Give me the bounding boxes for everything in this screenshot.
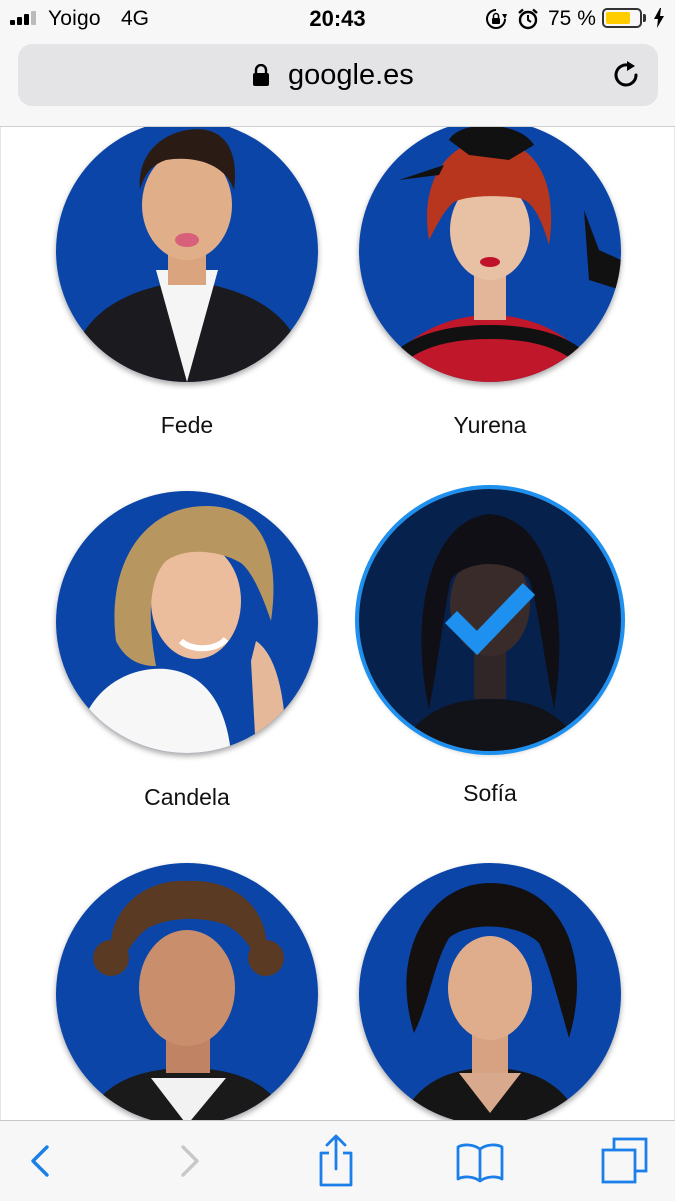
contestant-photo[interactable] [56, 127, 318, 382]
contestant-card-candela[interactable]: Candela [1, 457, 338, 827]
contestant-card-yurena[interactable]: Yurena [338, 127, 674, 457]
portrait-man-curly-hair [56, 863, 318, 1120]
rotation-lock-icon [486, 9, 507, 29]
share-button[interactable] [311, 1133, 361, 1189]
contestant-photo[interactable] [56, 863, 318, 1120]
forward-button[interactable] [164, 1133, 214, 1189]
battery-tip [643, 14, 646, 22]
contestant-photo[interactable] [56, 491, 318, 753]
contestant-name: Candela [144, 784, 230, 810]
battery-icon [602, 8, 642, 28]
tabs-button[interactable] [600, 1133, 650, 1189]
contestant-grid: Fede Yurena Candela Sofía [0, 127, 675, 1120]
padlock-icon [253, 64, 269, 86]
tabs-icon [601, 1137, 648, 1184]
contestant-card-6[interactable] [338, 827, 674, 1120]
portrait-woman-black-hair [359, 863, 621, 1120]
forward-chevron-icon [181, 1145, 199, 1177]
portrait-woman-blonde [56, 491, 318, 753]
battery-percent: 75 % [548, 7, 596, 30]
contestant-card-5[interactable] [1, 827, 338, 1120]
contestant-name: Yurena [453, 412, 527, 438]
charging-bolt-icon [654, 8, 664, 28]
contestant-name: Fede [160, 412, 214, 438]
contestant-name: Sofía [463, 780, 517, 806]
back-button[interactable] [14, 1133, 64, 1189]
checkmark-icon [444, 583, 536, 656]
address-bar[interactable]: google.es [18, 44, 658, 106]
bookmarks-button[interactable] [455, 1133, 505, 1189]
contestant-card-sofia[interactable]: Sofía [338, 457, 674, 827]
status-bar: Yoigo 4G 20:43 75 % [0, 0, 675, 38]
contestant-photo[interactable] [359, 127, 621, 382]
contestant-card-fede[interactable]: Fede [1, 127, 338, 457]
url-text[interactable]: google.es [288, 59, 414, 92]
reload-icon[interactable] [612, 60, 642, 90]
portrait-man-suit [56, 127, 318, 382]
contestant-photo[interactable] [359, 863, 621, 1120]
alarm-icon [518, 8, 538, 30]
browser-toolbar [0, 1120, 675, 1201]
bookmarks-icon [456, 1143, 504, 1183]
back-chevron-icon [31, 1145, 49, 1177]
contestant-photo-selected[interactable] [359, 489, 621, 751]
portrait-woman-red-hair [359, 127, 621, 382]
battery-level-fill [606, 12, 630, 24]
share-icon [319, 1134, 353, 1187]
browser-address-area: google.es [0, 38, 675, 127]
